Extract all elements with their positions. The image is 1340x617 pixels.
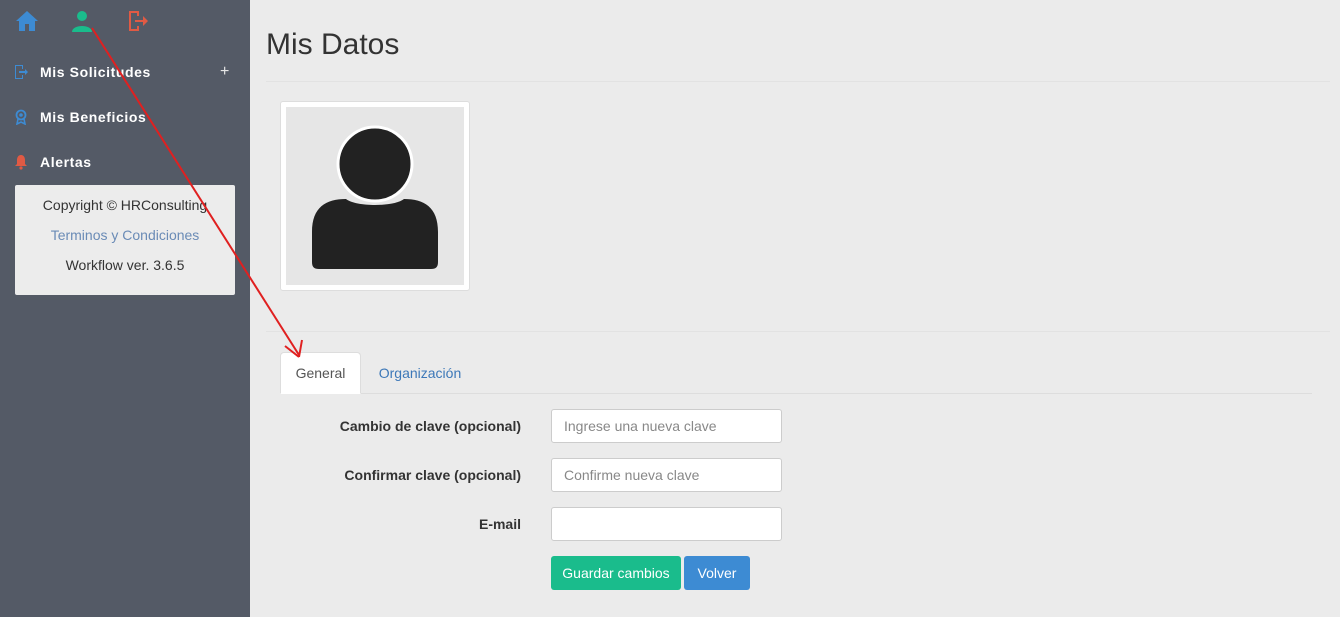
tab-general[interactable]: General xyxy=(280,352,361,394)
sidebar-item-solicitudes[interactable]: Mis Solicitudes + xyxy=(0,57,250,87)
avatar xyxy=(280,101,470,291)
save-button[interactable]: Guardar cambios xyxy=(551,556,681,590)
email-label: E-mail xyxy=(478,516,521,532)
confirm-password-field[interactable] xyxy=(551,458,782,492)
email-field[interactable] xyxy=(551,507,782,541)
sidebar-item-label: Mis Solicitudes xyxy=(40,64,151,80)
top-icon-bar xyxy=(0,0,250,44)
user-icon[interactable] xyxy=(69,8,95,34)
user-silhouette-icon xyxy=(312,125,438,269)
password-label: Cambio de clave (opcional) xyxy=(339,418,521,434)
password-field[interactable] xyxy=(551,409,782,443)
avatar-placeholder xyxy=(286,107,464,285)
bell-icon xyxy=(12,153,30,171)
divider xyxy=(266,81,1330,82)
tab-organizacion[interactable]: Organización xyxy=(365,352,475,394)
logout-icon[interactable] xyxy=(124,8,150,34)
sidebar-item-label: Mis Beneficios xyxy=(40,109,147,125)
back-button[interactable]: Volver xyxy=(684,556,750,590)
version-text: Workflow ver. 3.6.5 xyxy=(65,257,185,273)
copyright-text: Copyright © HRConsulting xyxy=(42,197,208,213)
sidebar-item-alertas[interactable]: Alertas xyxy=(0,147,250,177)
sidebar: Mis Solicitudes + Mis Beneficios Alertas… xyxy=(0,0,250,617)
sidebar-item-beneficios[interactable]: Mis Beneficios xyxy=(0,102,250,132)
terms-link[interactable]: Terminos y Condiciones xyxy=(15,227,235,243)
page-title: Mis Datos xyxy=(266,28,400,61)
confirm-password-label: Confirmar clave (opcional) xyxy=(344,467,521,483)
info-box: Copyright © HRConsulting Terminos y Cond… xyxy=(15,185,235,295)
expand-plus-icon[interactable]: + xyxy=(220,63,229,81)
sidebar-item-label: Alertas xyxy=(40,154,92,170)
logout-doc-icon xyxy=(12,63,30,81)
award-icon xyxy=(12,108,30,126)
home-icon[interactable] xyxy=(14,8,40,34)
divider xyxy=(266,331,1330,332)
